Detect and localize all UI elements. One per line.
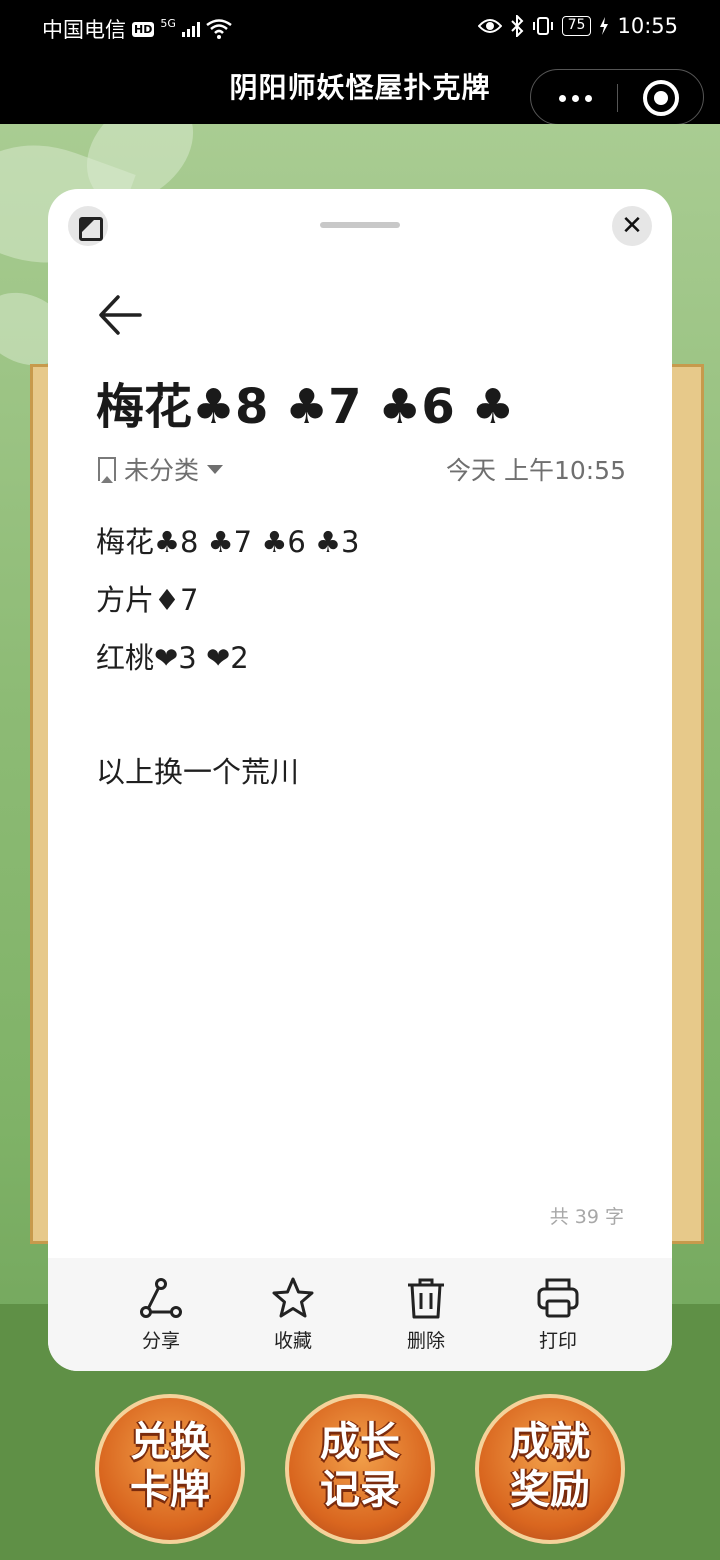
note-line: 以上换一个荒川 <box>96 755 300 789</box>
charging-icon <box>600 17 609 35</box>
printer-icon <box>537 1278 579 1318</box>
game-button-label: 记录 <box>320 1467 400 1513</box>
note-timestamp: 今天 上午10:55 <box>446 456 626 485</box>
note-toolbar: 分享 收藏 删除 打印 <box>48 1258 672 1371</box>
expand-icon[interactable] <box>68 206 108 246</box>
carrier-label: 中国电信 <box>42 18 126 42</box>
more-options-icon[interactable] <box>551 80 599 116</box>
status-left: 中国电信 HD 5G <box>42 14 232 44</box>
note-sheet: ✕ 梅花♣8 ♣7 ♣6 ♣ 未分类 今天 上午10:55 梅花♣8 ♣7 ♣6… <box>48 189 672 1371</box>
favorite-button[interactable]: 收藏 <box>248 1276 338 1353</box>
category-label: 未分类 <box>124 456 200 485</box>
game-button-label: 成就 <box>510 1419 590 1465</box>
achievement-reward-button[interactable]: 成就 奖励 <box>475 1394 625 1544</box>
battery-indicator: 75 <box>561 16 592 36</box>
delete-label: 删除 <box>406 1330 445 1352</box>
note-body[interactable]: 梅花♣8 ♣7 ♣6 ♣3 方片♦7 红桃❤3 ❤2 以上换一个荒川 <box>96 513 624 801</box>
vibrate-icon <box>532 17 553 35</box>
note-line: 梅花♣8 ♣7 ♣6 ♣3 <box>96 525 360 559</box>
note-line <box>96 687 624 743</box>
status-bar: 中国电信 HD 5G 75 10:55 <box>0 0 720 56</box>
mini-program-titlebar: 阴阳师妖怪屋扑克牌 <box>0 56 720 125</box>
hd-badge: HD <box>132 21 155 37</box>
wifi-icon <box>206 19 232 39</box>
status-right: 75 10:55 <box>477 14 678 38</box>
signal-icon <box>181 21 200 37</box>
share-icon <box>140 1278 182 1318</box>
exchange-cards-button[interactable]: 兑换 卡牌 <box>95 1394 245 1544</box>
share-button[interactable]: 分享 <box>116 1276 206 1353</box>
note-line: 方片♦7 <box>96 583 199 617</box>
back-arrow-icon[interactable] <box>98 293 142 337</box>
category-selector[interactable]: 未分类 <box>98 451 224 487</box>
game-button-label: 奖励 <box>510 1467 590 1513</box>
print-label: 打印 <box>538 1330 577 1352</box>
favorite-label: 收藏 <box>273 1330 312 1352</box>
network-type: 5G <box>160 16 176 30</box>
word-count: 共 39 字 <box>549 1206 624 1228</box>
close-icon[interactable]: ✕ <box>612 206 652 246</box>
capsule-divider <box>617 84 618 112</box>
growth-record-button[interactable]: 成长 记录 <box>285 1394 435 1544</box>
close-mini-program-icon[interactable] <box>643 80 679 116</box>
trash-icon <box>408 1278 444 1319</box>
print-button[interactable]: 打印 <box>513 1276 603 1353</box>
note-line: 红桃❤3 ❤2 <box>96 641 249 675</box>
note-meta: 未分类 今天 上午10:55 <box>98 451 626 487</box>
bookmark-icon <box>98 457 116 483</box>
capsule-menu <box>530 69 704 125</box>
game-button-label: 成长 <box>320 1419 400 1465</box>
caret-down-icon <box>207 464 224 474</box>
clock: 10:55 <box>617 14 678 38</box>
delete-button[interactable]: 删除 <box>381 1276 471 1353</box>
game-button-label: 卡牌 <box>130 1467 210 1513</box>
star-icon <box>272 1277 314 1318</box>
note-title[interactable]: 梅花♣8 ♣7 ♣6 ♣ <box>96 375 636 439</box>
drag-handle[interactable] <box>320 222 400 228</box>
eye-icon <box>477 19 502 33</box>
game-button-label: 兑换 <box>130 1419 210 1465</box>
share-label: 分享 <box>141 1330 180 1352</box>
bluetooth-icon <box>510 15 524 37</box>
